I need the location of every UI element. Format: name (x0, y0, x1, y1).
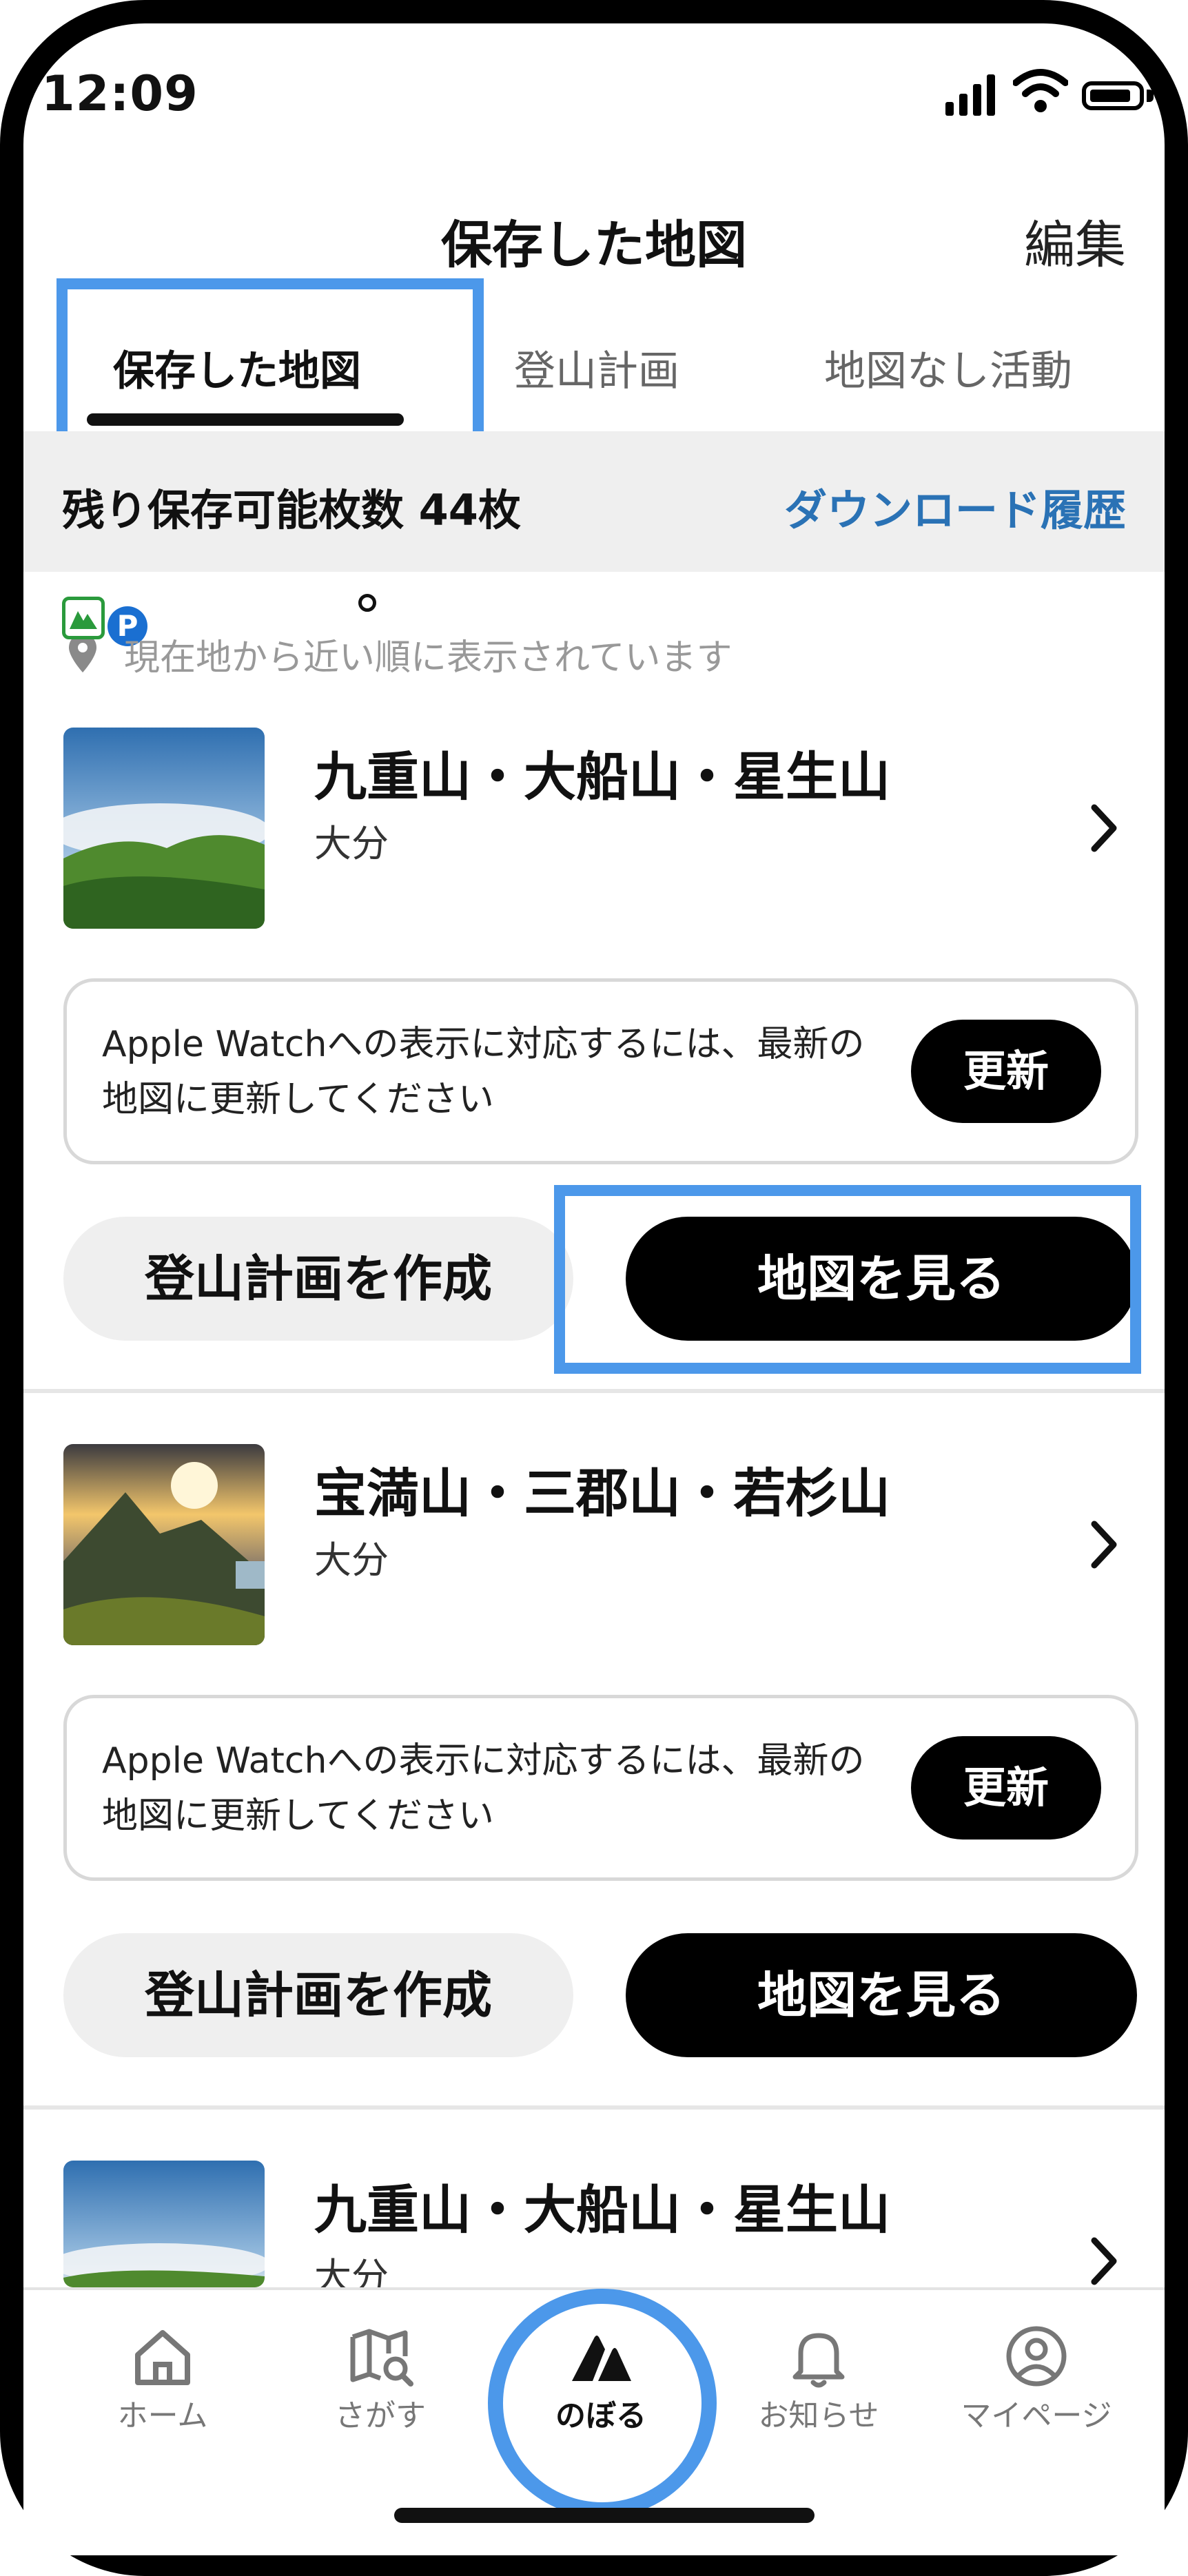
notice-text: Apple Watchへの表示に対応するには、最新の地図に更新してください (102, 1024, 865, 1120)
tab-bar-label: ホーム (117, 2398, 208, 2433)
remaining-saves-text: 残り保存可能枚数 44枚 (62, 485, 521, 535)
map-search-icon (350, 2329, 413, 2387)
update-map-button[interactable]: 更新 (911, 1736, 1101, 1840)
tab-bar-label: マイページ (961, 2398, 1112, 2433)
create-plan-button[interactable]: 登山計画を作成 (63, 1217, 573, 1341)
chevron-right-icon[interactable] (1083, 2234, 1125, 2289)
tab-bar-home[interactable]: ホーム (80, 2322, 245, 2435)
create-plan-button[interactable]: 登山計画を作成 (63, 1933, 573, 2057)
status-time: 12:09 (41, 65, 198, 122)
battery-icon (1082, 81, 1144, 110)
small-circle-marker (358, 594, 376, 612)
profile-icon (1006, 2326, 1067, 2387)
tab-bar-notifications[interactable]: お知らせ (736, 2322, 901, 2435)
tab-climb-plans[interactable]: 登山計画 (514, 338, 679, 398)
bell-icon (792, 2333, 845, 2388)
card-divider (23, 1389, 1165, 1393)
sort-hint-text: 現在地から近い順に表示されています (124, 637, 733, 679)
highlight-circle-climb-tab (488, 2289, 717, 2517)
tab-bar-mypage[interactable]: マイページ (954, 2322, 1119, 2435)
update-map-button[interactable]: 更新 (911, 1020, 1101, 1123)
map-name[interactable]: 九重山・大船山・星生山 (314, 734, 890, 810)
signal-icon (945, 74, 995, 116)
mountain-thumbnail[interactable] (63, 728, 265, 929)
map-name[interactable]: 九重山・大船山・星生山 (314, 2167, 890, 2243)
battery-tip (1147, 90, 1154, 102)
yamap-logo-icon (62, 597, 105, 639)
mountain-thumbnail[interactable] (63, 2161, 265, 2287)
map-prefecture: 大分 (314, 822, 389, 865)
home-icon (135, 2330, 190, 2385)
mountain-thumbnail[interactable] (63, 1444, 265, 1645)
tab-bar-label: さがす (335, 2398, 426, 2433)
map-prefecture: 大分 (314, 1538, 389, 1582)
chevron-right-icon[interactable] (1083, 801, 1125, 856)
map-name[interactable]: 宝満山・三郡山・若杉山 (314, 1451, 890, 1527)
highlight-box-view-map (554, 1185, 1141, 1374)
chevron-right-icon[interactable] (1083, 1517, 1125, 1572)
tab-bar-search[interactable]: さがす (298, 2322, 463, 2435)
notice-text: Apple Watchへの表示に対応するには、最新の地図に更新してください (102, 1740, 865, 1837)
tab-bar-label: お知らせ (758, 2398, 879, 2433)
download-history-link[interactable]: ダウンロード履歴 (784, 475, 1126, 537)
wifi-icon (1013, 69, 1068, 112)
edit-button[interactable]: 編集 (1024, 204, 1126, 278)
view-map-button[interactable]: 地図を見る (626, 1933, 1137, 2057)
card-divider (23, 2105, 1165, 2110)
page-title: 保存した地図 (441, 216, 747, 275)
tab-activities-without-map[interactable]: 地図なし活動 (824, 338, 1072, 398)
home-indicator[interactable] (394, 2508, 815, 2523)
